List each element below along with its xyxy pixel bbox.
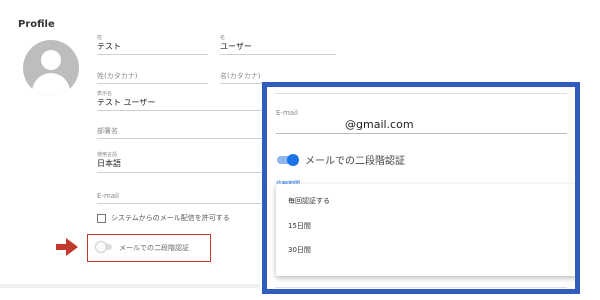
- first-name-value: ユーザー: [220, 42, 252, 51]
- department-placeholder: 部署名: [97, 127, 118, 135]
- toggle-knob: [96, 242, 106, 252]
- divider: [275, 93, 567, 94]
- language-value: 日本語: [97, 159, 121, 168]
- divider: [275, 287, 567, 288]
- trust-period-dropdown[interactable]: 毎回認証する 15日間 30日間: [276, 184, 575, 276]
- language-select[interactable]: 使用言語 日本語: [97, 153, 262, 173]
- last-name-label: 姓: [97, 35, 103, 41]
- option-30-days[interactable]: 30日間: [288, 245, 311, 255]
- page-title: Profile: [18, 19, 55, 30]
- display-name-value: テスト ユーザー: [97, 98, 156, 107]
- email-placeholder: E-mail: [97, 192, 119, 200]
- email-field[interactable]: E-mail: [97, 188, 262, 204]
- language-label: 使用言語: [97, 152, 118, 158]
- display-name-label: 表示名: [97, 91, 113, 97]
- display-name-field[interactable]: 表示名 テスト ユーザー: [97, 92, 262, 111]
- arrow-right-icon: [56, 238, 78, 256]
- first-name-field[interactable]: 名 ユーザー: [220, 36, 336, 55]
- last-name-value: テスト: [97, 42, 121, 51]
- two-factor-label: メールでの二段階認証: [119, 244, 189, 252]
- avatar-body: [32, 73, 70, 96]
- first-name-label: 名: [220, 35, 226, 41]
- department-field[interactable]: 部署名: [97, 122, 262, 139]
- last-name-field[interactable]: 姓 テスト: [97, 36, 208, 55]
- zoom-two-factor-label: メールでの二段階認証: [305, 156, 405, 167]
- zoom-two-factor-toggle[interactable]: [277, 154, 299, 166]
- last-name-kana-placeholder: 姓(カタカナ): [97, 72, 138, 80]
- zoom-email-underline: [276, 133, 567, 134]
- option-every-time[interactable]: 毎回認証する: [288, 196, 330, 206]
- zoom-email-label: E-mail: [276, 109, 298, 117]
- zoom-callout: E-mail @gmail.com メールでの二段階認証 信頼期間 毎回認証する…: [262, 82, 580, 294]
- option-15-days[interactable]: 15日間: [288, 221, 311, 231]
- first-name-kana-placeholder: 名(カタカナ): [220, 72, 261, 80]
- toggle-knob: [287, 154, 299, 166]
- allow-mail-label: システムからのメール配信を許可する: [111, 214, 230, 222]
- zoom-email-value[interactable]: @gmail.com: [345, 118, 414, 131]
- footer-divider: [0, 284, 260, 288]
- last-name-kana-field[interactable]: 姓(カタカナ): [97, 67, 208, 84]
- avatar[interactable]: [23, 40, 79, 96]
- two-factor-toggle[interactable]: [96, 242, 112, 252]
- allow-mail-checkbox-row[interactable]: システムからのメール配信を許可する: [97, 213, 230, 223]
- avatar-head: [41, 50, 61, 70]
- allow-mail-checkbox[interactable]: [97, 213, 106, 223]
